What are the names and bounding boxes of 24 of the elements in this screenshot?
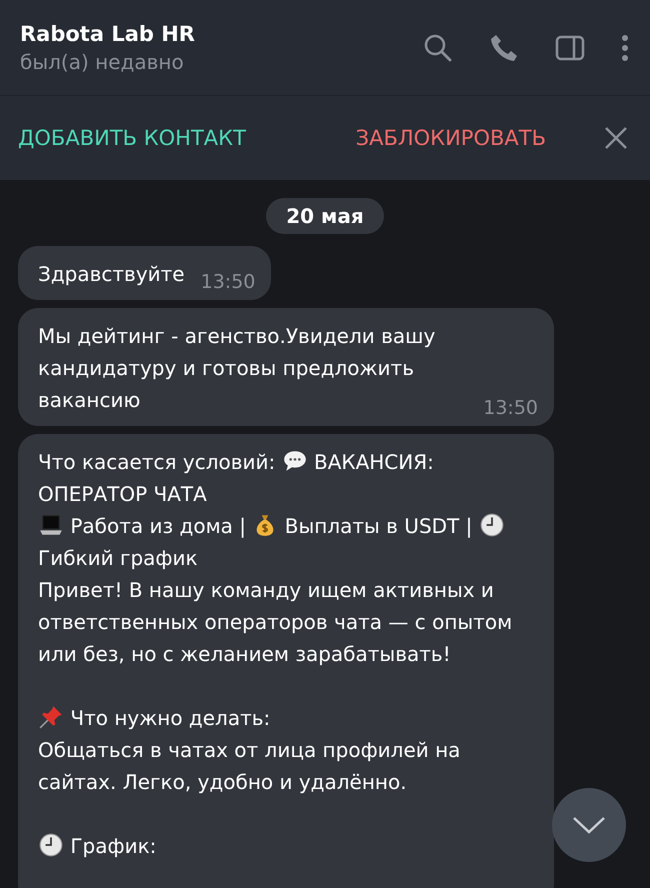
block-button[interactable]: ЗАБЛОКИРОВАТЬ bbox=[356, 126, 546, 150]
close-icon[interactable] bbox=[604, 126, 628, 150]
pushpin-icon bbox=[38, 704, 64, 730]
message-text: Работа из дома | bbox=[70, 514, 246, 538]
message-text: Выплаты в USDT | bbox=[284, 514, 472, 538]
add-contact-button[interactable]: ДОБАВИТЬ КОНТАКТ bbox=[18, 126, 356, 150]
message-text: Общаться в чатах от лица профилей на сайтах. Легко, удобно и удалённо. bbox=[38, 738, 460, 794]
message-text: График: bbox=[70, 834, 156, 858]
message-time: 13:50 bbox=[200, 270, 256, 295]
message-text: ОПЕРАТОР ЧАТА bbox=[38, 482, 207, 506]
chevron-down-icon bbox=[572, 815, 606, 835]
message-text: Гибкий график bbox=[38, 546, 198, 570]
clock-icon bbox=[38, 832, 64, 858]
message-text: Что касается условий: bbox=[38, 450, 276, 474]
chat-title: Rabota Lab HR bbox=[20, 22, 196, 46]
last-seen-status: был(а) недавно bbox=[20, 50, 185, 74]
message-time: 13:50 bbox=[483, 396, 538, 421]
message-text: Мы дейтинг - агенство.Увидели вашу кандидатуру и готовы предложить вакансию bbox=[38, 323, 436, 414]
message-text: Здравствуйте bbox=[38, 261, 185, 288]
message-text: Что нужно делать: bbox=[70, 706, 270, 730]
message-text: ВАКАНСИЯ: bbox=[314, 450, 434, 474]
clock-icon bbox=[478, 512, 505, 538]
message-text: Привет! В нашу команду ищем активных и ответственных операторов чата — с опытом или без, но с желанием зарабатывать! bbox=[38, 578, 512, 666]
date-badge: 20 мая bbox=[266, 198, 384, 234]
